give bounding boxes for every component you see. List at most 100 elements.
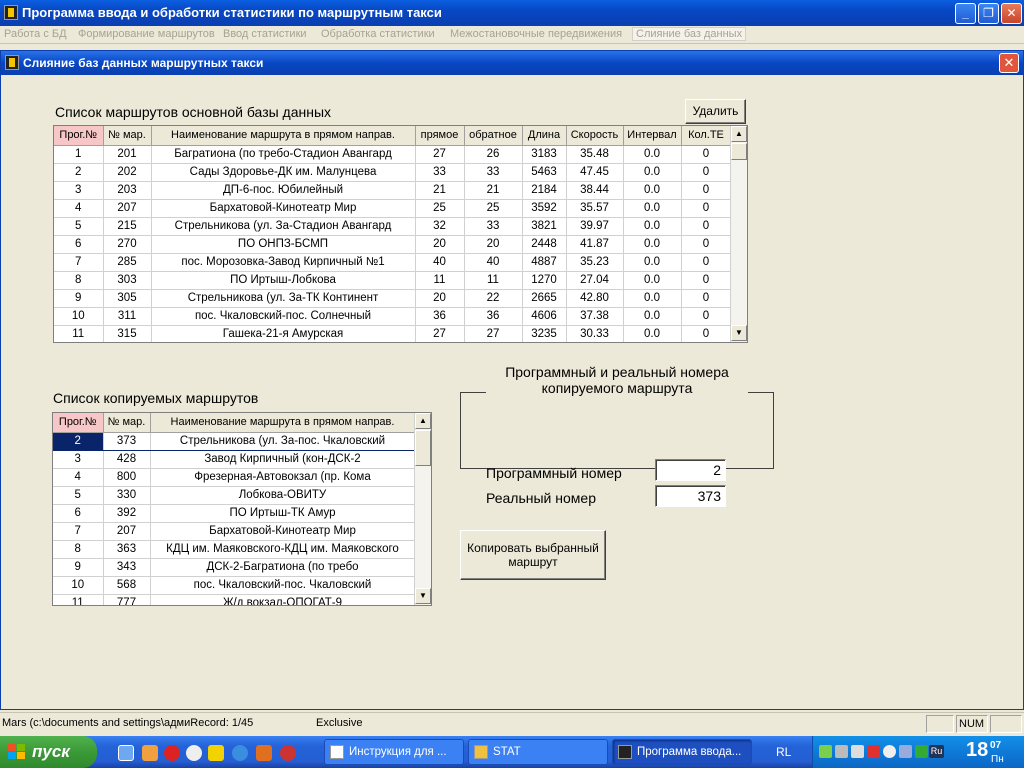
scroll-thumb[interactable] [731, 143, 747, 160]
table-row[interactable]: 11 315 Гашека-21-я Амурская 27 27 3235 30.33 0.… [54, 325, 732, 342]
quick-launch-icon[interactable] [142, 745, 158, 761]
maximize-button[interactable]: ❐ [978, 3, 999, 24]
antivirus-icon[interactable] [867, 745, 880, 758]
app-title-bar: Программа ввода и обработки статистики п… [0, 0, 1024, 26]
table-cell: Гашека-21-я Амурская [151, 325, 416, 342]
main-routes-grid[interactable]: Прог.№ № мар. Наименование маршрута в прям… [53, 125, 748, 343]
scroll-up-arrow-icon[interactable]: ▲ [415, 413, 431, 429]
route-numbers-group-title: Программный и реальный номера копируемог… [486, 364, 748, 396]
show-desktop-icon[interactable] [118, 745, 134, 761]
menu-item-routes[interactable]: Формирование маршрутов [78, 28, 215, 40]
table-row[interactable]: 9 305 Стрельникова (ул. За-ТК Континент 20 2… [54, 289, 732, 308]
language-indicator[interactable]: RL [776, 745, 791, 759]
clock[interactable]: 18 07 Пн [966, 739, 1004, 765]
menu-item-process-stats[interactable]: Обработка статистики [321, 28, 435, 40]
internet-explorer-icon[interactable] [232, 745, 248, 761]
table-cell: 6 [54, 235, 104, 254]
column-header[interactable]: Наименование маршрута в прямом направ. [151, 126, 416, 146]
table-row[interactable]: 6 392 ПО Иртыш-ТК Амур [53, 504, 416, 523]
table-row[interactable]: 7 285 пос. Морозовка-Завод Кирпичный №1 40 4… [54, 253, 732, 272]
table-row[interactable]: 4 207 Бархатовой-Кинотеатр Мир 25 25 3592 35.5… [54, 199, 732, 218]
start-button[interactable]: пуск [0, 736, 97, 768]
tray-icon[interactable] [915, 745, 928, 758]
table-row[interactable]: 3 428 Завод Кирпичный (кон-ДСК-2 [53, 450, 416, 469]
network-icon[interactable] [835, 745, 848, 758]
main-list-label: Список маршрутов основной базы данных [55, 104, 332, 120]
main-grid-scrollbar[interactable]: ▲ ▼ [730, 126, 747, 342]
table-row[interactable]: 2 373 Стрельникова (ул. За-пос. Чкаловский [53, 432, 416, 451]
delete-button[interactable]: Удалить [685, 99, 746, 124]
column-header[interactable]: Скорость [566, 126, 624, 146]
column-header[interactable]: Длина [522, 126, 567, 146]
tray-icon[interactable] [899, 745, 912, 758]
table-row[interactable]: 11 777 Ж/д вокзал-ОПОГАТ-9 [53, 594, 416, 605]
column-header[interactable]: прямое [415, 126, 465, 146]
task-instruction[interactable]: Инструкция для ... [324, 739, 464, 765]
table-row[interactable]: 2 202 Сады Здоровье-ДК им. Малунцева 33 33 54… [54, 163, 732, 182]
table-row[interactable]: 3 203 ДП-6-пос. Юбилейный 21 21 2184 38.44 0.0 0 [54, 181, 732, 200]
task-stat[interactable]: STAT [468, 739, 608, 765]
column-header[interactable]: Прог.№ [54, 126, 104, 146]
media-player-icon[interactable] [164, 745, 180, 761]
menu-item-interstop[interactable]: Межостановочные передвижения [450, 28, 622, 40]
column-header[interactable]: Прог.№ [53, 413, 104, 433]
task-label: STAT [493, 746, 521, 758]
column-header[interactable]: обратное [464, 126, 523, 146]
start-label: пуск [32, 742, 70, 761]
tray-language[interactable]: Ru [929, 745, 944, 758]
table-row[interactable]: 6 270 ПО ОНПЗ-БСМП 20 20 2448 41.87 0.0 0 [54, 235, 732, 254]
scroll-thumb[interactable] [415, 430, 431, 466]
clock-minute: 07 [990, 740, 1002, 751]
menu-item-merge[interactable]: Слияние баз данных [632, 27, 747, 41]
column-header[interactable]: № мар. [103, 126, 152, 146]
table-cell: 11 [464, 271, 523, 290]
table-cell: 4 [54, 199, 104, 218]
copy-grid-scrollbar[interactable]: ▲ ▼ [414, 413, 431, 605]
table-row[interactable]: 10 568 пос. Чкаловский-пос. Чкаловский [53, 576, 416, 595]
table-cell: 0 [681, 253, 732, 272]
table-row[interactable]: 10 311 пос. Чкаловский-пос. Солнечный 36 36 4… [54, 307, 732, 326]
window-icon [5, 55, 19, 70]
window-close-button[interactable]: ✕ [999, 53, 1019, 73]
menu-item-db[interactable]: Работа с БД [4, 28, 67, 40]
table-row[interactable]: 4 800 Фрезерная-Автовокзал (пр. Кома [53, 468, 416, 487]
table-row[interactable]: 5 330 Лобкова-ОВИТУ [53, 486, 416, 505]
table-cell: 0.0 [623, 253, 682, 272]
table-cell: 32 [415, 217, 465, 236]
table-row[interactable]: 7 207 Бархатовой-Кинотеатр Мир [53, 522, 416, 541]
quick-launch-icon[interactable] [186, 745, 202, 761]
scroll-down-arrow-icon[interactable]: ▼ [731, 325, 747, 341]
minimize-button[interactable]: _ [955, 3, 976, 24]
tray-icon[interactable] [851, 745, 864, 758]
table-cell: 207 [103, 522, 151, 541]
column-header[interactable]: Кол.ТЕ [681, 126, 732, 146]
program-number-field[interactable]: 2 [655, 459, 726, 481]
table-cell: 285 [103, 253, 152, 272]
copy-routes-grid[interactable]: Прог.№ № мар. Наименование маршрута в прям… [52, 412, 432, 606]
table-row[interactable]: 8 303 ПО Иртыш-Лобкова 11 11 1270 27.04 0.0 0 [54, 271, 732, 290]
tray-icon[interactable] [819, 745, 832, 758]
scroll-down-arrow-icon[interactable]: ▼ [415, 588, 431, 604]
table-row[interactable]: 9 343 ДСК-2-Багратиона (по требо [53, 558, 416, 577]
table-cell: 1 [54, 145, 104, 164]
column-header[interactable]: Интервал [623, 126, 682, 146]
table-cell: 800 [103, 468, 151, 487]
column-header[interactable]: № мар. [103, 413, 151, 433]
volume-icon[interactable] [883, 745, 896, 758]
real-number-field[interactable]: 373 [655, 485, 726, 507]
quick-launch-icon[interactable] [280, 745, 296, 761]
scroll-up-arrow-icon[interactable]: ▲ [731, 126, 747, 142]
app-close-button[interactable]: ✕ [1001, 3, 1022, 24]
table-cell: 2 [54, 163, 104, 182]
windows-flag-icon [8, 744, 26, 760]
table-cell: 33 [464, 217, 523, 236]
table-row[interactable]: 1 201 Багратиона (по требо-Стадион Авангар… [54, 145, 732, 164]
column-header[interactable]: Наименование маршрута в прямом направ. [150, 413, 416, 433]
task-program[interactable]: Программа ввода... [612, 739, 752, 765]
table-row[interactable]: 8 363 КДЦ им. Маяковского-КДЦ им. Маяковск… [53, 540, 416, 559]
copy-selected-route-button[interactable]: Копировать выбранный маршрут [460, 530, 606, 580]
menu-item-input-stats[interactable]: Ввод статистики [223, 28, 307, 40]
quick-launch-icon[interactable] [256, 745, 272, 761]
table-row[interactable]: 5 215 Стрельникова (ул. За-Стадион Авангар… [54, 217, 732, 236]
quick-launch-icon[interactable] [208, 745, 224, 761]
